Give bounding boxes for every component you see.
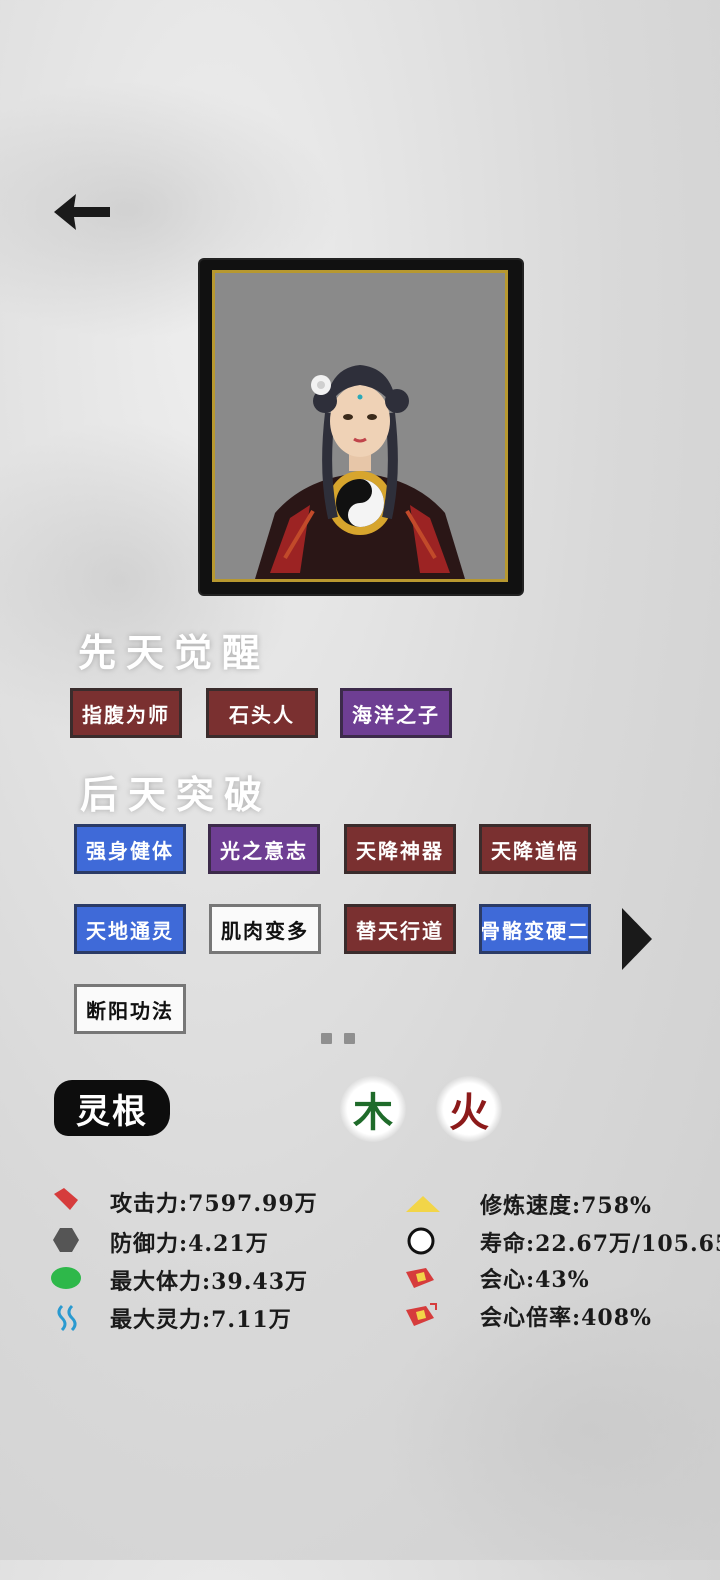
tag-label: 肌肉变多 [221,918,309,943]
character-portrait-frame [200,260,522,594]
innate-awakening-title: 先天觉醒 [78,630,271,675]
tag-label: 断阳功法 [86,998,174,1023]
crit-multiplier-icon [404,1302,438,1332]
acquired-tag[interactable]: 替天行道 [344,904,456,954]
acquired-tag[interactable]: 天地通灵 [74,904,186,954]
hp-icon [50,1266,82,1294]
attack-stat: 攻击力:7597.99万 [110,1191,318,1217]
mana-icon [54,1304,82,1336]
spirit-root-element-fire: 火 [436,1076,502,1142]
innate-tag[interactable]: 指腹为师 [70,688,182,738]
crit-multiplier-stat: 会心倍率:408% [480,1305,652,1331]
acquired-tag[interactable]: 光之意志 [208,824,320,874]
attack-icon [52,1186,80,1216]
lifespan-icon [406,1226,436,1260]
defense-icon [52,1226,80,1258]
crit-stat: 会心:43% [480,1267,590,1293]
spirit-root-label: 灵根 [54,1080,170,1136]
cultivation-speed-stat: 修炼速度:758% [480,1193,652,1219]
tag-label: 石头人 [229,702,295,727]
tag-label: 指腹为师 [82,702,170,727]
acquired-tag[interactable]: 天降神器 [344,824,456,874]
element-char: 木 [353,1089,393,1136]
innate-tag[interactable]: 石头人 [206,688,318,738]
acquired-tag[interactable]: 骨骼变硬二 [479,904,591,954]
max-mp-stat: 最大灵力:7.11万 [110,1307,292,1333]
element-char: 火 [449,1089,489,1136]
tag-label: 骨骼变硬二 [480,918,590,943]
next-page-arrow-icon[interactable] [620,906,654,972]
tag-label: 海洋之子 [352,702,440,727]
max-hp-stat: 最大体力:39.43万 [110,1269,309,1295]
tag-label: 替天行道 [356,918,444,943]
page-indicator-dot-2[interactable] [344,1033,355,1044]
defense-stat: 防御力:4.21万 [110,1231,269,1257]
tag-label: 天降道悟 [491,838,579,863]
acquired-breakthrough-title: 后天突破 [80,772,273,817]
back-arrow-icon[interactable] [52,190,116,234]
tag-label: 强身健体 [86,838,174,863]
innate-tag[interactable]: 海洋之子 [340,688,452,738]
crit-icon [404,1266,436,1294]
tag-label: 天地通灵 [86,918,174,943]
page-indicator-dot-1[interactable] [321,1033,332,1044]
acquired-tag[interactable]: 强身健体 [74,824,186,874]
speed-icon [404,1194,442,1218]
lifespan-stat: 寿命:22.67万/105.65万 [480,1231,720,1257]
tag-label: 光之意志 [220,838,308,863]
acquired-tag[interactable]: 天降道悟 [479,824,591,874]
spirit-root-element-wood: 木 [340,1076,406,1142]
character-portrait [212,270,508,582]
tag-label: 天降神器 [356,838,444,863]
acquired-tag[interactable]: 肌肉变多 [209,904,321,954]
acquired-tag[interactable]: 断阳功法 [74,984,186,1034]
